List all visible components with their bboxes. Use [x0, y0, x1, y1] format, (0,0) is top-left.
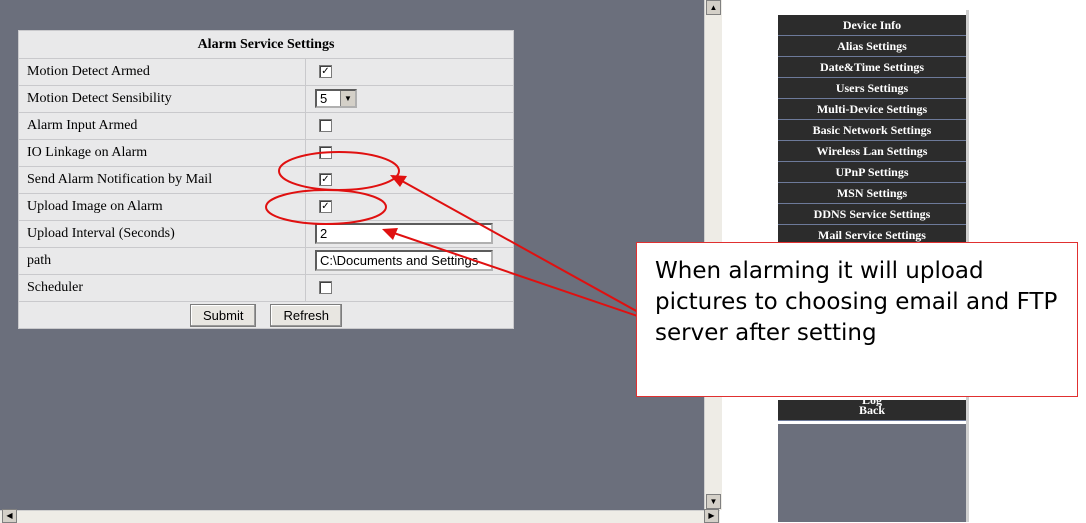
- row-label: Upload Interval (Seconds): [27, 226, 175, 241]
- row-label: Send Alarm Notification by Mail: [27, 172, 213, 187]
- form-row-upload-interval: Upload Interval (Seconds) 2: [19, 221, 513, 248]
- form-row-send-mail: Send Alarm Notification by Mail ✓: [19, 167, 513, 194]
- column-divider: [305, 113, 306, 139]
- alarm-settings-form: Alarm Service Settings Motion Detect Arm…: [18, 30, 514, 329]
- row-label: Alarm Input Armed: [27, 118, 138, 133]
- form-row-scheduler: Scheduler: [19, 275, 513, 302]
- column-divider: [305, 248, 306, 274]
- form-row-path: path C:\Documents and Settings: [19, 248, 513, 275]
- sidebar-item-basic-network-settings[interactable]: Basic Network Settings: [778, 120, 966, 141]
- scroll-down-icon[interactable]: ▼: [706, 494, 721, 509]
- form-row-motion-detect-sensibility: Motion Detect Sensibility 5 ▼: [19, 86, 513, 113]
- path-input[interactable]: C:\Documents and Settings: [315, 250, 493, 271]
- motion-detect-armed-checkbox[interactable]: ✓: [319, 65, 332, 78]
- sidebar-item-alias-settings[interactable]: Alias Settings: [778, 36, 966, 57]
- submit-button[interactable]: Submit: [190, 304, 257, 327]
- sidebar-item-msn-settings[interactable]: MSN Settings: [778, 183, 966, 204]
- sidebar-nav: Device Info Alias Settings Date&Time Set…: [778, 15, 966, 246]
- row-label: Motion Detect Armed: [27, 64, 150, 79]
- chevron-down-icon[interactable]: ▼: [340, 91, 355, 106]
- scroll-up-icon[interactable]: ▲: [706, 0, 721, 15]
- row-label: IO Linkage on Alarm: [27, 145, 148, 160]
- horizontal-scrollbar[interactable]: ◀ ▶: [0, 509, 720, 523]
- row-label: path: [27, 253, 52, 268]
- form-row-io-linkage: IO Linkage on Alarm: [19, 140, 513, 167]
- alarm-input-armed-checkbox[interactable]: [319, 119, 332, 132]
- sidebar-item-device-info[interactable]: Device Info: [778, 15, 966, 36]
- scroll-left-icon[interactable]: ◀: [2, 509, 17, 523]
- sidebar-item-ddns-service-settings[interactable]: DDNS Service Settings: [778, 204, 966, 225]
- sidebar-item-log-label: Log: [861, 398, 882, 406]
- main-content-area: Alarm Service Settings Motion Detect Arm…: [0, 0, 720, 510]
- column-divider: [305, 167, 306, 193]
- send-mail-checkbox[interactable]: ✓: [319, 173, 332, 186]
- column-divider: [305, 275, 306, 301]
- sidebar-item-wireless-lan-settings[interactable]: Wireless Lan Settings: [778, 141, 966, 162]
- column-divider: [305, 59, 306, 85]
- sensibility-select[interactable]: 5 ▼: [315, 89, 357, 108]
- scheduler-checkbox[interactable]: [319, 281, 332, 294]
- sidebar-item-date-time-settings[interactable]: Date&Time Settings: [778, 57, 966, 78]
- column-divider: [305, 140, 306, 166]
- sidebar-nav-bottom: Log Back: [778, 398, 966, 421]
- sidebar-empty-area: [778, 424, 966, 522]
- form-row-alarm-input-armed: Alarm Input Armed: [19, 113, 513, 140]
- form-title: Alarm Service Settings: [19, 31, 513, 59]
- row-label: Motion Detect Sensibility: [27, 91, 172, 106]
- row-label: Scheduler: [27, 280, 83, 295]
- sidebar-item-upnp-settings[interactable]: UPnP Settings: [778, 162, 966, 183]
- scroll-right-icon[interactable]: ▶: [704, 509, 719, 523]
- upload-image-checkbox[interactable]: ✓: [319, 200, 332, 213]
- column-divider: [305, 194, 306, 220]
- form-row-upload-image: Upload Image on Alarm ✓: [19, 194, 513, 221]
- io-linkage-checkbox[interactable]: [319, 146, 332, 159]
- form-row-motion-detect-armed: Motion Detect Armed ✓: [19, 59, 513, 86]
- column-divider: [305, 86, 306, 112]
- annotation-callout: When alarming it will upload pictures to…: [636, 242, 1078, 397]
- upload-interval-input[interactable]: 2: [315, 223, 493, 244]
- sensibility-value: 5: [320, 91, 328, 106]
- form-button-row: Submit Refresh: [19, 302, 513, 328]
- sidebar-item-users-settings[interactable]: Users Settings: [778, 78, 966, 99]
- sidebar-item-multi-device-settings[interactable]: Multi-Device Settings: [778, 99, 966, 120]
- row-label: Upload Image on Alarm: [27, 199, 163, 214]
- refresh-button[interactable]: Refresh: [270, 304, 342, 327]
- column-divider: [305, 221, 306, 247]
